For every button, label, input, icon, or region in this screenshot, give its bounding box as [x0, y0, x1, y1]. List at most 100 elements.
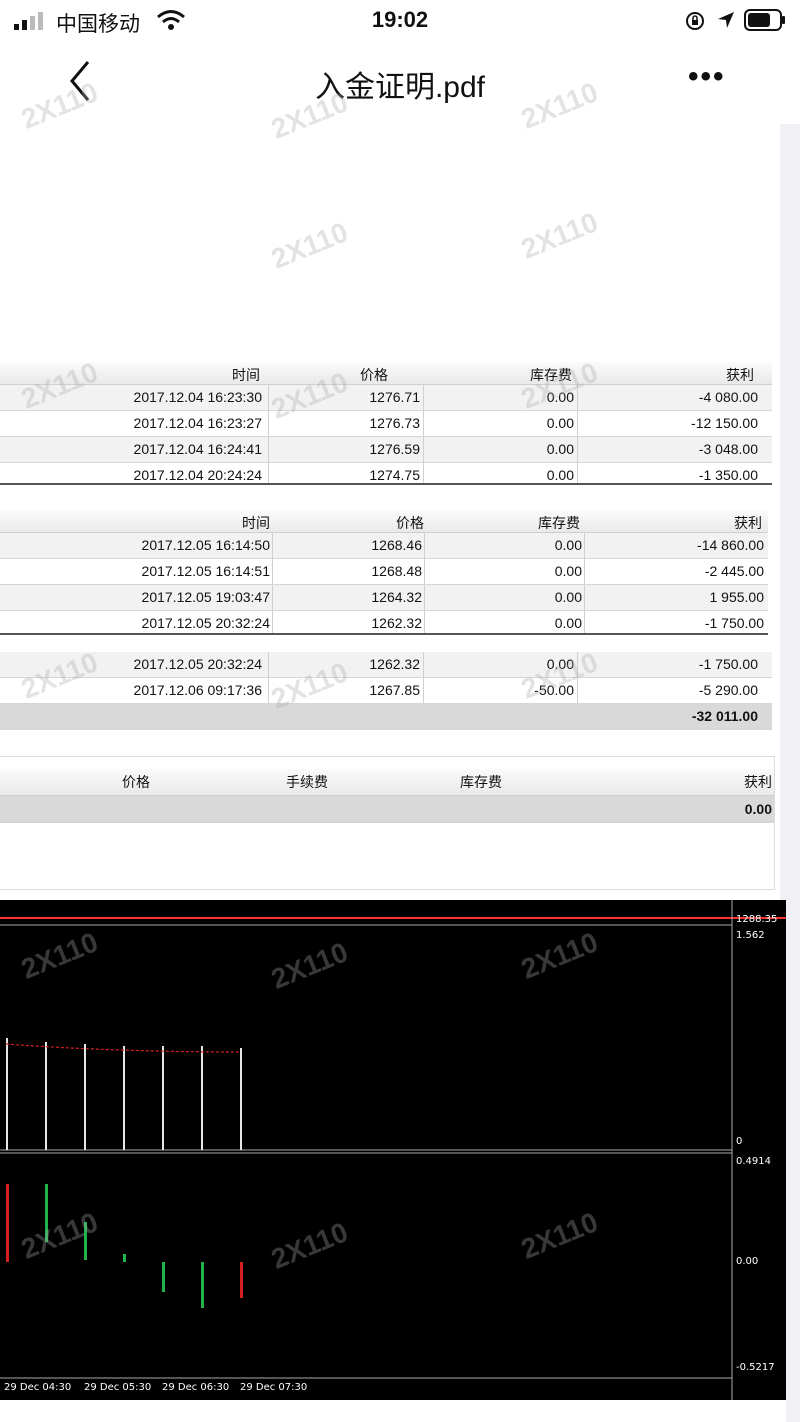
- table-row[interactable]: 2017.12.06 09:17:36 1267.85 -50.00 -5 29…: [0, 678, 772, 704]
- cell-profit: -12 150.00: [691, 415, 758, 431]
- volume-bottom-label: 0: [736, 1136, 743, 1147]
- more-options-icon[interactable]: •••: [688, 60, 726, 94]
- volume-bar: [162, 1046, 164, 1150]
- col-swap-header: 库存费: [538, 515, 580, 531]
- cell-swap: 0.00: [546, 415, 574, 431]
- price-chart[interactable]: 1288.35 1.562 0 0.4914 0.00 -0.5217 29 D…: [0, 900, 786, 1400]
- table-row[interactable]: 2017.12.05 16:14:51 1268.48 0.00 -2 445.…: [0, 559, 768, 585]
- battery-icon: [744, 9, 785, 31]
- col-price-header: 价格: [122, 774, 150, 790]
- volume-bar: [240, 1048, 242, 1150]
- cell-price: 1262.32: [369, 656, 420, 672]
- cell-price: 1276.73: [369, 415, 420, 431]
- cell-profit: -5 290.00: [698, 682, 758, 698]
- time-label: 29 Dec 04:30: [4, 1382, 72, 1393]
- col-commission-header: 手续费: [286, 774, 328, 790]
- positions-table-2: 时间 价格 库存费 获利 2017.12.05 16:14:50 1268.46…: [0, 510, 768, 635]
- total-row: 0.00: [0, 796, 774, 823]
- oscillator-bar: [123, 1254, 126, 1262]
- cell-price: 1267.85: [369, 682, 420, 698]
- cell-time: 2017.12.05 16:14:50: [141, 537, 270, 553]
- status-bar: 中国移动 19:02: [0, 0, 800, 40]
- oscillator-bar: [240, 1262, 243, 1298]
- osc-mid-label: 0.00: [736, 1256, 759, 1267]
- osc-bottom-label: -0.5217: [736, 1362, 775, 1373]
- time-label: 29 Dec 06:30: [162, 1382, 230, 1393]
- total-profit: 0.00: [744, 801, 772, 817]
- col-swap-header: 库存费: [530, 367, 572, 383]
- volume-bar: [123, 1046, 125, 1150]
- cell-price: 1268.46: [371, 537, 422, 553]
- cell-price: 1276.71: [369, 389, 420, 405]
- price-label: 1288.35: [736, 914, 778, 925]
- volume-bar: [201, 1046, 203, 1150]
- cell-swap: -50.00: [534, 682, 574, 698]
- cell-price: 1264.32: [371, 589, 422, 605]
- col-profit-header: 获利: [744, 774, 772, 790]
- table-header: 时间 价格 库存费 获利: [0, 510, 768, 533]
- col-time-header: 时间: [232, 367, 260, 383]
- cell-time: 2017.12.04 16:23:30: [133, 389, 262, 405]
- table-header: 时间 价格 库存费 获利: [0, 362, 772, 385]
- table-row[interactable]: 2017.12.04 16:23:27 1276.73 0.00 -12 150…: [0, 411, 772, 437]
- cell-time: 2017.12.05 20:32:24: [133, 656, 262, 672]
- cell-swap: 0.00: [546, 441, 574, 457]
- table-header: 价格 手续费 库存费 获利: [0, 769, 774, 796]
- cell-time: 2017.12.05 19:03:47: [141, 589, 270, 605]
- pdf-viewer[interactable]: 时间 价格 库存费 获利 2017.12.04 16:23:30 1276.71…: [0, 124, 800, 1422]
- cell-swap: 0.00: [554, 589, 582, 605]
- volume-bar: [84, 1044, 86, 1150]
- nav-bar: 入金证明.pdf •••: [0, 40, 800, 124]
- table-row[interactable]: 2017.12.05 20:32:24 1262.32 0.00 -1 750.…: [0, 611, 768, 633]
- cell-profit: -1 350.00: [698, 467, 758, 483]
- col-price-header: 价格: [360, 367, 388, 383]
- cell-swap: 0.00: [554, 615, 582, 631]
- cell-swap: 0.00: [546, 656, 574, 672]
- time-label: 29 Dec 05:30: [84, 1382, 152, 1393]
- col-swap-header: 库存费: [460, 774, 502, 790]
- cell-price: 1274.75: [369, 467, 420, 483]
- total-profit: -32 011.00: [691, 708, 758, 724]
- osc-top-label: 0.4914: [736, 1156, 771, 1167]
- cell-time: 2017.12.05 16:14:51: [141, 563, 270, 579]
- volume-bar: [45, 1042, 47, 1150]
- cell-time: 2017.12.06 09:17:36: [133, 682, 262, 698]
- cell-profit: -1 750.00: [698, 656, 758, 672]
- oscillator-bar: [201, 1262, 204, 1308]
- cell-profit: -2 445.00: [704, 563, 764, 579]
- cell-profit: -14 860.00: [697, 537, 764, 553]
- table-row[interactable]: 2017.12.04 16:24:41 1276.59 0.00 -3 048.…: [0, 437, 772, 463]
- volume-top-label: 1.562: [736, 930, 765, 941]
- oscillator-bar: [162, 1262, 165, 1292]
- cell-swap: 0.00: [554, 563, 582, 579]
- cell-swap: 0.00: [554, 537, 582, 553]
- table-row[interactable]: 2017.12.05 16:14:50 1268.46 0.00 -14 860…: [0, 533, 768, 559]
- cell-time: 2017.12.04 20:24:24: [133, 467, 262, 483]
- cell-price: 1262.32: [371, 615, 422, 631]
- cell-time: 2017.12.04 16:23:27: [133, 415, 262, 431]
- cell-profit: -3 048.00: [698, 441, 758, 457]
- table-row[interactable]: 2017.12.05 20:32:24 1262.32 0.00 -1 750.…: [0, 652, 772, 678]
- table-row[interactable]: 2017.12.04 20:24:24 1274.75 0.00 -1 350.…: [0, 463, 772, 483]
- cell-profit: -4 080.00: [698, 389, 758, 405]
- chart-canvas: [0, 900, 786, 1400]
- col-profit-header: 获利: [726, 367, 754, 383]
- page-footer: [0, 1400, 786, 1422]
- cell-price: 1268.48: [371, 563, 422, 579]
- time-label: 29 Dec 07:30: [240, 1382, 308, 1393]
- summary-table: 价格 手续费 库存费 获利 0.00: [0, 756, 775, 890]
- positions-table-3: 2017.12.05 20:32:24 1262.32 0.00 -1 750.…: [0, 652, 772, 730]
- oscillator-bar: [45, 1184, 48, 1242]
- cell-profit: 1 955.00: [709, 589, 765, 605]
- positions-table-1: 时间 价格 库存费 获利 2017.12.04 16:23:30 1276.71…: [0, 362, 772, 485]
- cell-profit: -1 750.00: [704, 615, 764, 631]
- cell-time: 2017.12.04 16:24:41: [133, 441, 262, 457]
- col-profit-header: 获利: [734, 515, 762, 531]
- cell-time: 2017.12.05 20:32:24: [141, 615, 270, 631]
- col-price-header: 价格: [396, 515, 424, 531]
- cell-price: 1276.59: [369, 441, 420, 457]
- oscillator-bar: [84, 1222, 87, 1260]
- table-row[interactable]: 2017.12.04 16:23:30 1276.71 0.00 -4 080.…: [0, 385, 772, 411]
- table-row[interactable]: 2017.12.05 19:03:47 1264.32 0.00 1 955.0…: [0, 585, 768, 611]
- col-time-header: 时间: [242, 515, 270, 531]
